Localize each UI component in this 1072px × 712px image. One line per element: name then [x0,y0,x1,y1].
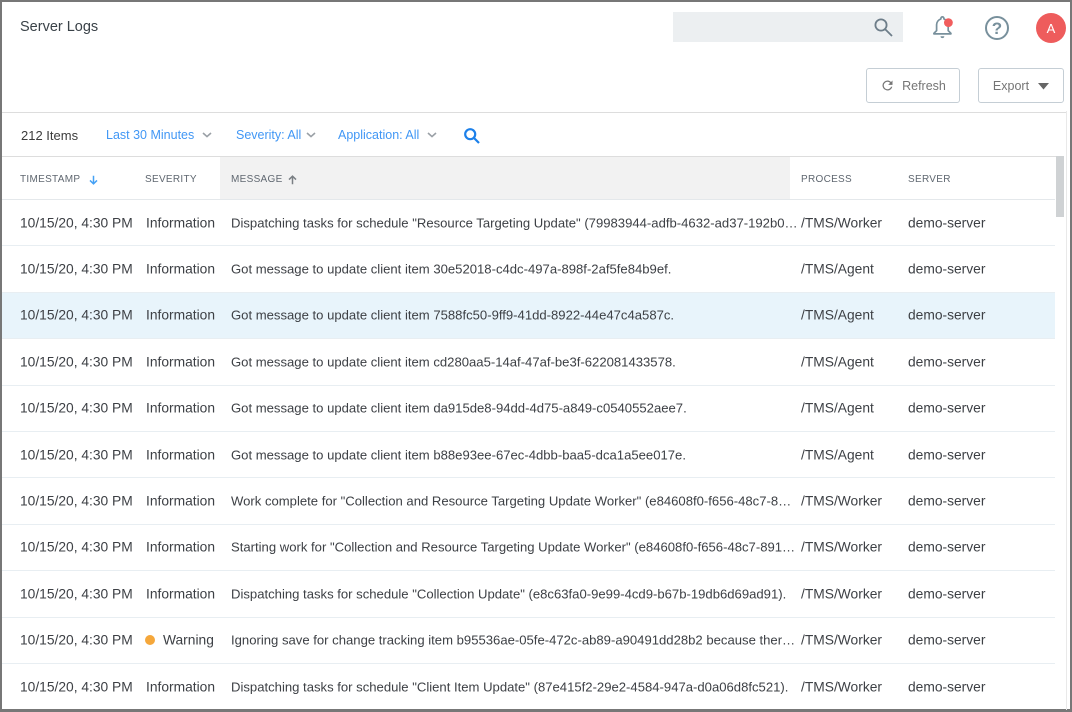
svg-text:?: ? [992,19,1002,38]
